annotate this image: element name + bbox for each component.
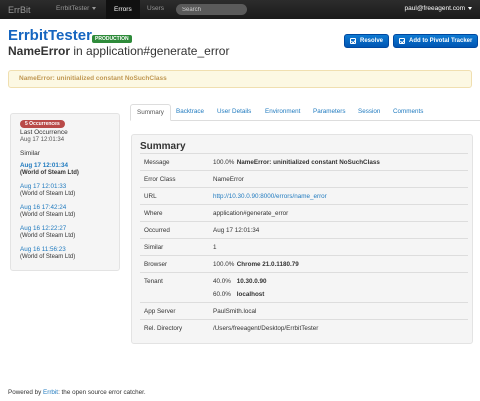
summary-panel: Summary Message 100.0% NameError: uninit… bbox=[131, 134, 473, 344]
similar-count-value: 1 bbox=[213, 244, 217, 251]
summary-row-url: URL http://10.30.0.90:8000/errors/name_e… bbox=[140, 187, 468, 204]
where-value: application#generate_error bbox=[213, 210, 289, 217]
top-navbar: ErrBit ErrbitTester Errors Users paul@fr… bbox=[0, 0, 480, 19]
error-class-value: NameError bbox=[213, 176, 244, 183]
message-value: 100.0% NameError: uninitialized constant… bbox=[213, 159, 380, 166]
tab-comments[interactable]: Comments bbox=[387, 104, 429, 121]
tab-parameters[interactable]: Parameters bbox=[307, 104, 352, 121]
app-switcher-label: ErrbitTester bbox=[56, 5, 90, 12]
app-server-value: PaulSmith.local bbox=[213, 308, 257, 315]
url-value: http://10.30.0.90:8000/errors/name_error bbox=[213, 193, 327, 200]
browser-text: Chrome 21.0.1180.79 bbox=[236, 261, 299, 268]
tenant-value-2: 60.0% localhost bbox=[213, 291, 264, 298]
summary-row-occurred: Occurred Aug 17 12:01:34 bbox=[140, 221, 468, 238]
checkbox-icon bbox=[399, 38, 405, 44]
chevron-down-icon bbox=[468, 6, 472, 10]
app-switcher-menu[interactable]: ErrbitTester bbox=[56, 5, 97, 12]
summary-title: Summary bbox=[140, 141, 186, 152]
footer: Powered by Errbit: the open source error… bbox=[8, 389, 146, 396]
footer-suffix: : the open source error catcher. bbox=[58, 389, 146, 396]
occurred-label: Occurred bbox=[144, 227, 170, 234]
tenant-percent-1: 40.0% bbox=[213, 278, 231, 285]
similar-date[interactable]: Aug 17 12:01:34 bbox=[20, 162, 79, 169]
summary-row-app-server: App Server PaulSmith.local bbox=[140, 302, 468, 319]
similar-label: Similar bbox=[20, 150, 40, 157]
occurred-value: Aug 17 12:01:34 bbox=[213, 227, 260, 234]
tenant-label: Tenant bbox=[144, 278, 163, 285]
url-link[interactable]: http://10.30.0.90:8000/errors/name_error bbox=[213, 193, 327, 200]
browser-value: 100.0% Chrome 21.0.1180.79 bbox=[213, 261, 299, 268]
error-location: in application#generate_error bbox=[73, 44, 230, 58]
tab-summary[interactable]: Summary bbox=[130, 104, 171, 121]
error-title: NameError in application#generate_error bbox=[8, 44, 229, 58]
similar-date[interactable]: Aug 16 12:22:27 bbox=[20, 225, 75, 232]
tenant-value-1: 40.0% 10.30.0.90 bbox=[213, 278, 267, 285]
similar-source: (World of Steam Ltd) bbox=[20, 233, 76, 239]
rel-directory-value: /Users/freeagent/Desktop/ErrbitTester bbox=[213, 325, 319, 332]
url-label: URL bbox=[144, 193, 157, 200]
similar-source: (World of Steam Ltd) bbox=[20, 191, 76, 197]
errbit-link[interactable]: Errbit bbox=[43, 389, 58, 396]
error-class-label: Error Class bbox=[144, 176, 176, 183]
user-menu[interactable]: paul@freeagent.com bbox=[405, 5, 472, 12]
similar-item[interactable]: Aug 16 12:22:27 (World of Steam Ltd) bbox=[20, 225, 75, 239]
similar-source: (World of Steam Ltd) bbox=[20, 212, 76, 218]
similar-count-label: Similar bbox=[144, 244, 164, 251]
similar-date[interactable]: Aug 16 17:42:24 bbox=[20, 204, 75, 211]
tracker-label: Add to Pivotal Tracker bbox=[409, 38, 473, 44]
error-class-name: NameError bbox=[8, 44, 71, 58]
chevron-down-icon bbox=[92, 6, 97, 10]
browser-label: Browser bbox=[144, 261, 168, 268]
brand-logo[interactable]: ErrBit bbox=[8, 5, 31, 15]
similar-source: (World of Steam Ltd) bbox=[20, 170, 79, 176]
summary-row-where: Where application#generate_error bbox=[140, 204, 468, 221]
summary-row-message: Message 100.0% NameError: uninitialized … bbox=[140, 153, 468, 170]
similar-date[interactable]: Aug 17 12:01:33 bbox=[20, 183, 75, 190]
error-message-alert: NameError: uninitialized constant NoSuch… bbox=[8, 70, 472, 88]
user-email: paul@freeagent.com bbox=[404, 5, 465, 12]
similar-item[interactable]: Aug 17 12:01:34 (World of Steam Ltd) bbox=[20, 162, 79, 176]
similar-source: (World of Steam Ltd) bbox=[20, 254, 76, 260]
environment-badge: PRODUCTION bbox=[92, 35, 132, 43]
resolve-button[interactable]: Resolve bbox=[344, 34, 390, 48]
footer-prefix: Powered by bbox=[8, 389, 42, 396]
last-occurrence-label: Last Occurrence bbox=[20, 129, 68, 136]
detail-tabs: Summary Backtrace User Details Environme… bbox=[130, 104, 480, 121]
tenant-percent-2: 60.0% bbox=[213, 291, 231, 298]
summary-row-tenant: Tenant 40.0% 10.30.0.90 60.0% localhost bbox=[140, 272, 468, 302]
summary-row-error-class: Error Class NameError bbox=[140, 170, 468, 187]
similar-item[interactable]: Aug 16 17:42:24 (World of Steam Ltd) bbox=[20, 204, 75, 218]
summary-row-similar: Similar 1 bbox=[140, 238, 468, 255]
last-occurrence-value: Aug 17 12:01:34 bbox=[20, 137, 65, 143]
occurrences-badge: 5 Occurrences bbox=[20, 120, 65, 128]
rel-directory-label: Rel. Directory bbox=[144, 325, 183, 332]
app-title[interactable]: ErrbitTester bbox=[8, 27, 92, 44]
tab-user-details[interactable]: User Details bbox=[211, 104, 257, 121]
summary-row-browser: Browser 100.0% Chrome 21.0.1180.79 bbox=[140, 255, 468, 272]
tab-environment[interactable]: Environment bbox=[259, 104, 306, 121]
resolve-label: Resolve bbox=[360, 38, 384, 44]
tenant-text-1: 10.30.0.90 bbox=[236, 278, 267, 285]
search-input[interactable] bbox=[176, 4, 247, 15]
checkbox-icon bbox=[350, 38, 356, 44]
similar-item[interactable]: Aug 16 11:56:23 (World of Steam Ltd) bbox=[20, 246, 75, 260]
add-to-tracker-button[interactable]: Add to Pivotal Tracker bbox=[393, 34, 479, 48]
message-percent: 100.0% bbox=[213, 159, 235, 166]
summary-row-rel-directory: Rel. Directory /Users/freeagent/Desktop/… bbox=[140, 319, 468, 336]
similar-date[interactable]: Aug 16 11:56:23 bbox=[20, 246, 75, 253]
nav-users[interactable]: Users bbox=[147, 5, 164, 12]
app-server-label: App Server bbox=[144, 308, 176, 315]
browser-percent: 100.0% bbox=[213, 261, 235, 268]
tenant-text-2: localhost bbox=[236, 291, 265, 298]
tab-session[interactable]: Session bbox=[352, 104, 386, 121]
where-label: Where bbox=[144, 210, 163, 217]
similar-item[interactable]: Aug 17 12:01:33 (World of Steam Ltd) bbox=[20, 183, 75, 197]
message-label: Message bbox=[144, 159, 170, 166]
nav-errors[interactable]: Errors bbox=[106, 0, 140, 19]
sidebar: 5 Occurrences Last Occurrence Aug 17 12:… bbox=[10, 113, 120, 271]
message-text: NameError: uninitialized constant NoSuch… bbox=[236, 159, 380, 166]
tab-backtrace[interactable]: Backtrace bbox=[170, 104, 210, 121]
